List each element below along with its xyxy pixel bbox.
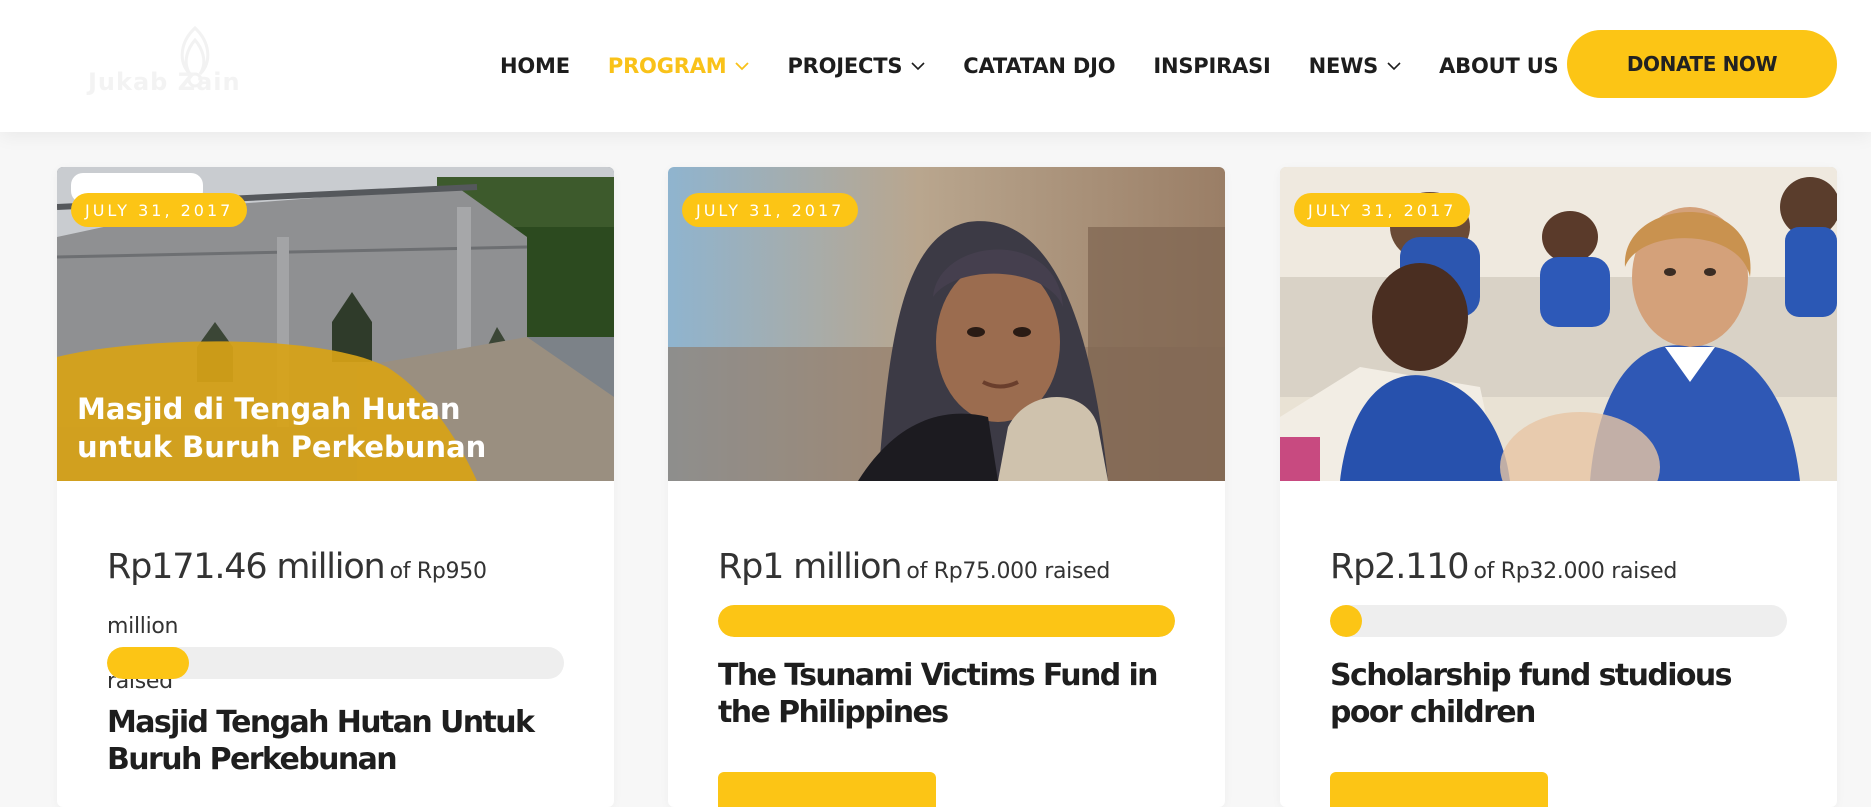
progress-fill (718, 605, 1175, 637)
site-logo[interactable]: Jukab Zain (88, 22, 288, 112)
image-caption-line1: Masjid di Tengah Hutan (77, 392, 461, 426)
donate-card-button[interactable] (1330, 772, 1548, 807)
progress-bar (718, 605, 1175, 637)
campaign-image[interactable]: Masjid di Tengah Hutan untuk Buruh Perke… (57, 167, 614, 481)
campaign-image[interactable]: JULY 31, 2017 (668, 167, 1225, 481)
nav-item-projects[interactable]: PROJECTS (787, 54, 925, 78)
progress-fill (107, 647, 190, 679)
donation-amount: Rp2.110 of Rp32.000 raised (1330, 540, 1787, 600)
chevron-down-icon (911, 61, 925, 71)
date-badge: JULY 31, 2017 (682, 193, 859, 227)
raised-amount: Rp2.110 (1330, 547, 1470, 587)
date-badge: JULY 31, 2017 (1294, 193, 1471, 227)
nav-label: HOME (500, 54, 570, 78)
chevron-down-icon (735, 61, 750, 71)
progress-bar (107, 647, 564, 679)
date-badge: JULY 31, 2017 (71, 193, 248, 227)
nav-label: PROGRAM (607, 54, 727, 78)
logo-text: Jukab Zain (88, 68, 241, 96)
donation-amount: Rp171.46 million of Rp950 million raised (107, 540, 564, 710)
nav-item-catatan-djo[interactable]: CATATAN DJO (963, 54, 1115, 78)
progress-bar (1330, 605, 1787, 637)
nav-item-program[interactable]: PROGRAM (608, 54, 750, 78)
campaign-title[interactable]: Masjid Tengah Hutan Untuk Buruh Perkebun… (107, 704, 574, 778)
nav-item-about-us[interactable]: ABOUT US (1439, 54, 1582, 78)
image-caption-line2: untuk Buruh Perkebunan (77, 430, 486, 464)
campaign-card: Masjid di Tengah Hutan untuk Buruh Perke… (57, 167, 614, 807)
donate-card-button[interactable] (718, 772, 936, 807)
campaign-card: JULY 31, 2017 Rp1 million of Rp75.000 ra… (668, 167, 1225, 807)
nav-label: PROJECTS (787, 54, 903, 78)
donate-now-button[interactable]: DONATE NOW (1567, 30, 1837, 98)
campaign-image[interactable]: JULY 31, 2017 (1280, 167, 1837, 481)
nav-item-news[interactable]: NEWS (1309, 54, 1401, 78)
nav-item-home[interactable]: HOME (500, 54, 570, 78)
nav-label: INSPIRASI (1153, 54, 1271, 78)
progress-fill (1330, 605, 1362, 637)
campaign-title[interactable]: The Tsunami Victims Fund in the Philippi… (718, 657, 1185, 731)
donation-amount: Rp1 million of Rp75.000 raised (718, 540, 1175, 600)
site-header: Jukab Zain HOME PROGRAM PROJECTS CATATAN… (0, 0, 1871, 132)
campaign-card: JULY 31, 2017 Rp2.110 of Rp32.000 raised… (1280, 167, 1837, 807)
nav-label: ABOUT US (1439, 54, 1559, 78)
raised-amount: Rp1 million (718, 547, 903, 587)
nav-item-inspirasi[interactable]: INSPIRASI (1153, 54, 1270, 78)
main-nav: HOME PROGRAM PROJECTS CATATAN DJO INSPIR… (500, 52, 1619, 80)
raised-amount: Rp171.46 million (107, 547, 386, 587)
campaign-title[interactable]: Scholarship fund studious poor children (1330, 657, 1797, 731)
goal-amount: of Rp75.000 raised (906, 559, 1111, 584)
chevron-down-icon (1387, 61, 1401, 71)
nav-label: CATATAN DJO (963, 54, 1116, 78)
goal-amount: of Rp32.000 raised (1473, 559, 1678, 584)
nav-label: NEWS (1308, 54, 1379, 78)
